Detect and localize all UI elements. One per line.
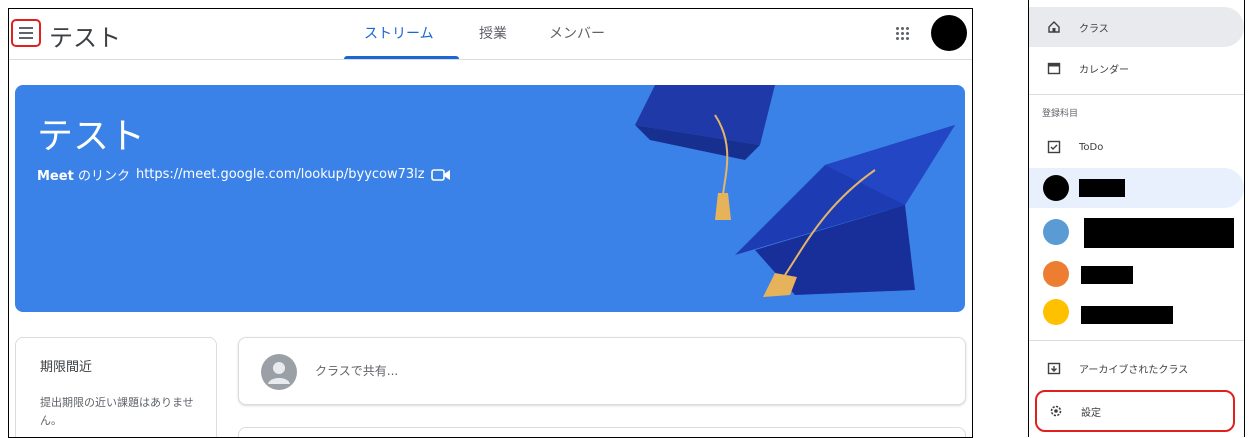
- banner-class-title: テスト: [37, 116, 146, 157]
- share-placeholder: クラスで共有...: [315, 364, 399, 378]
- tab-stream[interactable]: ストリーム: [364, 23, 434, 43]
- class-color-dot: [1043, 299, 1069, 325]
- archive-icon: [1047, 362, 1061, 375]
- drawer-item-todo[interactable]: ToDo: [1029, 127, 1244, 167]
- drawer-item-calendar[interactable]: カレンダー: [1029, 48, 1244, 88]
- navigation-drawer-screenshot: クラス カレンダー 登録科目 ToDo アーカイブされたクラス 設定: [1028, 0, 1245, 437]
- drawer-item-label: 設定: [1081, 407, 1101, 419]
- gear-icon: [1050, 405, 1062, 417]
- enrolled-section-label: 登録科目: [1042, 109, 1079, 119]
- meet-url-link[interactable]: https://meet.google.com/lookup/byycow73l…: [136, 167, 425, 182]
- meet-link-row: Meet のリンク https://meet.google.com/lookup…: [37, 165, 451, 184]
- drawer-item-classes[interactable]: クラス: [1029, 7, 1244, 47]
- class-title[interactable]: テスト: [49, 18, 121, 53]
- calendar-icon: [1047, 62, 1061, 75]
- top-app-bar: テスト ストリーム 授業 メンバー: [9, 9, 972, 60]
- menu-icon-bar: [19, 27, 33, 29]
- redacted-class-name: [1081, 306, 1173, 324]
- drawer-divider: [1029, 340, 1244, 341]
- drawer-item-settings[interactable]: 設定: [1035, 390, 1235, 432]
- drawer-class-item[interactable]: [1029, 254, 1244, 294]
- redacted-class-name: [1079, 179, 1125, 197]
- video-camera-icon[interactable]: [430, 168, 451, 182]
- graduation-caps-illustration: [635, 85, 955, 297]
- stream-post-card: [238, 427, 966, 437]
- redacted-class-name: [1081, 266, 1133, 284]
- drawer-item-label: カレンダー: [1079, 64, 1129, 76]
- drawer-class-item[interactable]: [1029, 168, 1244, 208]
- account-avatar[interactable]: [931, 15, 967, 51]
- drawer-item-label: ToDo: [1079, 141, 1104, 153]
- redacted-class-name: [1084, 218, 1234, 248]
- drawer-class-item[interactable]: [1029, 292, 1244, 332]
- drawer-divider: [1029, 94, 1244, 95]
- user-avatar-icon: [261, 354, 297, 390]
- main-menu-button[interactable]: [11, 19, 41, 47]
- drawer-item-label: クラス: [1079, 23, 1109, 35]
- google-apps-icon[interactable]: [896, 27, 910, 41]
- home-icon: [1048, 21, 1060, 33]
- menu-icon-bar: [19, 32, 33, 34]
- upcoming-card: 期限間近 提出期限の近い課題はありません。: [15, 337, 217, 437]
- upcoming-empty-text: 提出期限の近い課題はありません。: [40, 396, 194, 427]
- class-color-dot: [1043, 261, 1069, 287]
- active-tab-indicator: [344, 56, 459, 59]
- tab-classwork[interactable]: 授業: [479, 23, 507, 43]
- todo-icon: [1047, 140, 1061, 154]
- class-color-dot: [1043, 175, 1069, 201]
- drawer-class-item[interactable]: [1029, 212, 1244, 252]
- tab-people[interactable]: メンバー: [549, 23, 605, 43]
- meet-label: Meet: [37, 169, 74, 184]
- class-color-dot: [1043, 219, 1069, 245]
- share-with-class-box[interactable]: クラスで共有...: [238, 337, 966, 405]
- drawer-item-archived[interactable]: アーカイブされたクラス: [1029, 348, 1244, 388]
- menu-icon-bar: [19, 37, 33, 39]
- drawer-item-label: アーカイブされたクラス: [1079, 364, 1189, 376]
- upcoming-heading: 期限間近: [40, 360, 93, 375]
- class-page-screenshot: テスト ストリーム 授業 メンバー テスト Meet のリンク https://…: [8, 8, 973, 438]
- meet-link-text: のリンク: [77, 169, 130, 184]
- class-banner: テスト Meet のリンク https://meet.google.com/lo…: [15, 85, 965, 312]
